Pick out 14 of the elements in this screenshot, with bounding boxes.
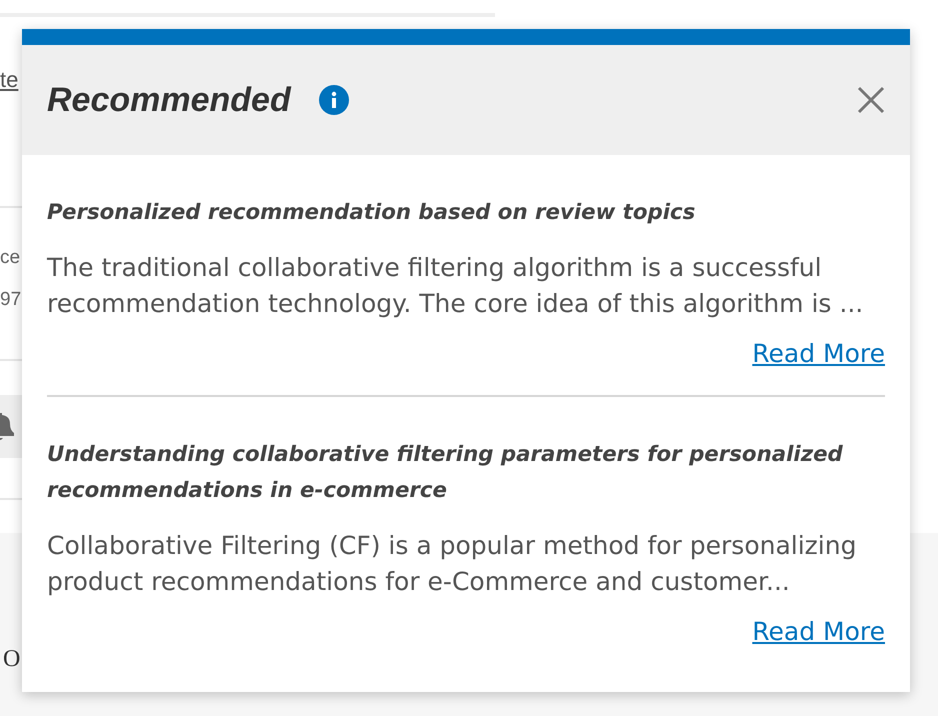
text-fragment: O [3, 646, 20, 672]
read-more-link[interactable]: Read More [752, 339, 885, 369]
info-icon[interactable] [318, 85, 349, 115]
link-fragment[interactable]: te [0, 68, 18, 92]
bell-icon[interactable] [0, 412, 14, 442]
article-summary: The traditional collaborative filtering algorithm is a successful recommendation technology. The core idea of this algorithm is ... [47, 252, 864, 320]
read-more-link[interactable]: Read More [752, 617, 885, 647]
popup-title: Recommended [47, 80, 291, 120]
article-summary: Collaborative Filtering (CF) is a popular method for personalizing product recommendations for e-Commerce and customer... [47, 530, 858, 598]
article-title: Understanding collaborative filtering parameters for personalized recommendations in e-commerce [47, 441, 844, 505]
article-title: Personalized recommendation based on review topics [47, 199, 696, 227]
close-button[interactable] [857, 86, 885, 114]
text-fragment: ce [0, 246, 20, 270]
text-fragment: 97 [0, 288, 22, 312]
